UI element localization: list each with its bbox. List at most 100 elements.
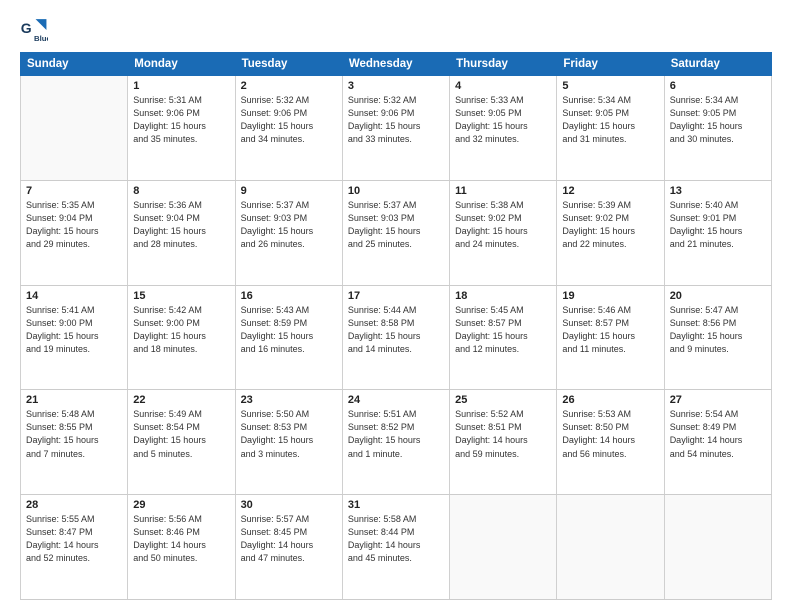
calendar-cell: 22Sunrise: 5:49 AM Sunset: 8:54 PM Dayli… (128, 390, 235, 495)
day-info: Sunrise: 5:54 AM Sunset: 8:49 PM Dayligh… (670, 408, 766, 460)
calendar-cell (557, 495, 664, 600)
week-row-1: 1Sunrise: 5:31 AM Sunset: 9:06 PM Daylig… (21, 76, 772, 181)
day-info: Sunrise: 5:32 AM Sunset: 9:06 PM Dayligh… (348, 94, 444, 146)
calendar-cell: 6 Sunrise: 5:34 AM Sunset: 9:05 PM Daylig… (664, 76, 771, 181)
day-info: Sunrise: 5:34 AM Sunset: 9:05 PM Dayligh… (670, 94, 766, 146)
calendar-cell: 23Sunrise: 5:50 AM Sunset: 8:53 PM Dayli… (235, 390, 342, 495)
day-number: 8 (133, 185, 229, 197)
day-number: 6 (670, 80, 766, 92)
calendar-cell: 4 Sunrise: 5:33 AM Sunset: 9:05 PM Daylig… (450, 76, 557, 181)
week-row-5: 28 Sunrise: 5:55 AM Sunset: 8:47 PM Dayli… (21, 495, 772, 600)
day-info: Sunrise: 5:57 AM Sunset: 8:45 PM Dayligh… (241, 513, 337, 565)
day-info: Sunrise: 5:36 AM Sunset: 9:04 PM Dayligh… (133, 199, 229, 251)
calendar-cell: 12Sunrise: 5:39 AM Sunset: 9:02 PM Dayli… (557, 180, 664, 285)
calendar-cell: 15 Sunrise: 5:42 AM Sunset: 9:00 PM Dayli… (128, 285, 235, 390)
calendar-cell: 17Sunrise: 5:44 AM Sunset: 8:58 PM Dayli… (342, 285, 449, 390)
day-number: 11 (455, 185, 551, 197)
calendar-cell (664, 495, 771, 600)
day-number: 31 (348, 499, 444, 511)
col-header-thursday: Thursday (450, 53, 557, 76)
day-number: 2 (241, 80, 337, 92)
logo: G Blue (20, 16, 52, 44)
calendar-cell: 16 Sunrise: 5:43 AM Sunset: 8:59 PM Dayli… (235, 285, 342, 390)
calendar-cell: 20 Sunrise: 5:47 AM Sunset: 8:56 PM Dayli… (664, 285, 771, 390)
day-info: Sunrise: 5:46 AM Sunset: 8:57 PM Dayligh… (562, 304, 658, 356)
day-info: Sunrise: 5:33 AM Sunset: 9:05 PM Dayligh… (455, 94, 551, 146)
day-info: Sunrise: 5:55 AM Sunset: 8:47 PM Dayligh… (26, 513, 122, 565)
col-header-saturday: Saturday (664, 53, 771, 76)
svg-text:G: G (21, 20, 32, 36)
logo-icon: G Blue (20, 16, 48, 44)
day-number: 12 (562, 185, 658, 197)
day-number: 4 (455, 80, 551, 92)
day-info: Sunrise: 5:40 AM Sunset: 9:01 PM Dayligh… (670, 199, 766, 251)
day-number: 21 (26, 394, 122, 406)
day-info: Sunrise: 5:42 AM Sunset: 9:00 PM Dayligh… (133, 304, 229, 356)
day-number: 15 (133, 290, 229, 302)
week-row-4: 21 Sunrise: 5:48 AM Sunset: 8:55 PM Dayli… (21, 390, 772, 495)
calendar-cell: 29Sunrise: 5:56 AM Sunset: 8:46 PM Dayli… (128, 495, 235, 600)
calendar-cell: 27 Sunrise: 5:54 AM Sunset: 8:49 PM Dayli… (664, 390, 771, 495)
day-number: 22 (133, 394, 229, 406)
day-number: 28 (26, 499, 122, 511)
day-info: Sunrise: 5:51 AM Sunset: 8:52 PM Dayligh… (348, 408, 444, 460)
calendar-cell: 8 Sunrise: 5:36 AM Sunset: 9:04 PM Daylig… (128, 180, 235, 285)
calendar-cell: 9 Sunrise: 5:37 AM Sunset: 9:03 PM Daylig… (235, 180, 342, 285)
calendar-cell: 18 Sunrise: 5:45 AM Sunset: 8:57 PM Dayli… (450, 285, 557, 390)
calendar-cell: 10 Sunrise: 5:37 AM Sunset: 9:03 PM Dayli… (342, 180, 449, 285)
day-number: 5 (562, 80, 658, 92)
day-info: Sunrise: 5:31 AM Sunset: 9:06 PM Dayligh… (133, 94, 229, 146)
day-number: 24 (348, 394, 444, 406)
calendar-cell: 11 Sunrise: 5:38 AM Sunset: 9:02 PM Dayli… (450, 180, 557, 285)
col-header-friday: Friday (557, 53, 664, 76)
col-header-wednesday: Wednesday (342, 53, 449, 76)
day-number: 27 (670, 394, 766, 406)
day-info: Sunrise: 5:37 AM Sunset: 9:03 PM Dayligh… (348, 199, 444, 251)
day-number: 19 (562, 290, 658, 302)
day-number: 26 (562, 394, 658, 406)
calendar-header-row: SundayMondayTuesdayWednesdayThursdayFrid… (21, 53, 772, 76)
week-row-3: 14Sunrise: 5:41 AM Sunset: 9:00 PM Dayli… (21, 285, 772, 390)
day-number: 23 (241, 394, 337, 406)
day-info: Sunrise: 5:48 AM Sunset: 8:55 PM Dayligh… (26, 408, 122, 460)
day-number: 29 (133, 499, 229, 511)
calendar-cell (450, 495, 557, 600)
day-number: 9 (241, 185, 337, 197)
calendar-cell: 1Sunrise: 5:31 AM Sunset: 9:06 PM Daylig… (128, 76, 235, 181)
calendar-cell: 7 Sunrise: 5:35 AM Sunset: 9:04 PM Daylig… (21, 180, 128, 285)
day-number: 25 (455, 394, 551, 406)
day-number: 16 (241, 290, 337, 302)
week-row-2: 7 Sunrise: 5:35 AM Sunset: 9:04 PM Daylig… (21, 180, 772, 285)
col-header-sunday: Sunday (21, 53, 128, 76)
day-number: 30 (241, 499, 337, 511)
day-number: 20 (670, 290, 766, 302)
day-number: 3 (348, 80, 444, 92)
day-info: Sunrise: 5:34 AM Sunset: 9:05 PM Dayligh… (562, 94, 658, 146)
calendar-cell (21, 76, 128, 181)
calendar-cell: 2 Sunrise: 5:32 AM Sunset: 9:06 PM Daylig… (235, 76, 342, 181)
day-info: Sunrise: 5:45 AM Sunset: 8:57 PM Dayligh… (455, 304, 551, 356)
day-info: Sunrise: 5:32 AM Sunset: 9:06 PM Dayligh… (241, 94, 337, 146)
day-info: Sunrise: 5:41 AM Sunset: 9:00 PM Dayligh… (26, 304, 122, 356)
calendar-cell: 14Sunrise: 5:41 AM Sunset: 9:00 PM Dayli… (21, 285, 128, 390)
day-info: Sunrise: 5:38 AM Sunset: 9:02 PM Dayligh… (455, 199, 551, 251)
day-info: Sunrise: 5:47 AM Sunset: 8:56 PM Dayligh… (670, 304, 766, 356)
calendar-cell: 25 Sunrise: 5:52 AM Sunset: 8:51 PM Dayli… (450, 390, 557, 495)
day-info: Sunrise: 5:35 AM Sunset: 9:04 PM Dayligh… (26, 199, 122, 251)
header: G Blue (20, 16, 772, 44)
calendar: SundayMondayTuesdayWednesdayThursdayFrid… (20, 52, 772, 600)
day-info: Sunrise: 5:37 AM Sunset: 9:03 PM Dayligh… (241, 199, 337, 251)
col-header-monday: Monday (128, 53, 235, 76)
col-header-tuesday: Tuesday (235, 53, 342, 76)
day-number: 10 (348, 185, 444, 197)
calendar-cell: 3 Sunrise: 5:32 AM Sunset: 9:06 PM Daylig… (342, 76, 449, 181)
day-number: 13 (670, 185, 766, 197)
day-info: Sunrise: 5:43 AM Sunset: 8:59 PM Dayligh… (241, 304, 337, 356)
day-number: 17 (348, 290, 444, 302)
day-number: 7 (26, 185, 122, 197)
day-info: Sunrise: 5:52 AM Sunset: 8:51 PM Dayligh… (455, 408, 551, 460)
calendar-cell: 13 Sunrise: 5:40 AM Sunset: 9:01 PM Dayli… (664, 180, 771, 285)
calendar-cell: 19 Sunrise: 5:46 AM Sunset: 8:57 PM Dayli… (557, 285, 664, 390)
day-number: 18 (455, 290, 551, 302)
page: G Blue SundayMondayTuesdayWednesdayThurs… (0, 0, 792, 612)
